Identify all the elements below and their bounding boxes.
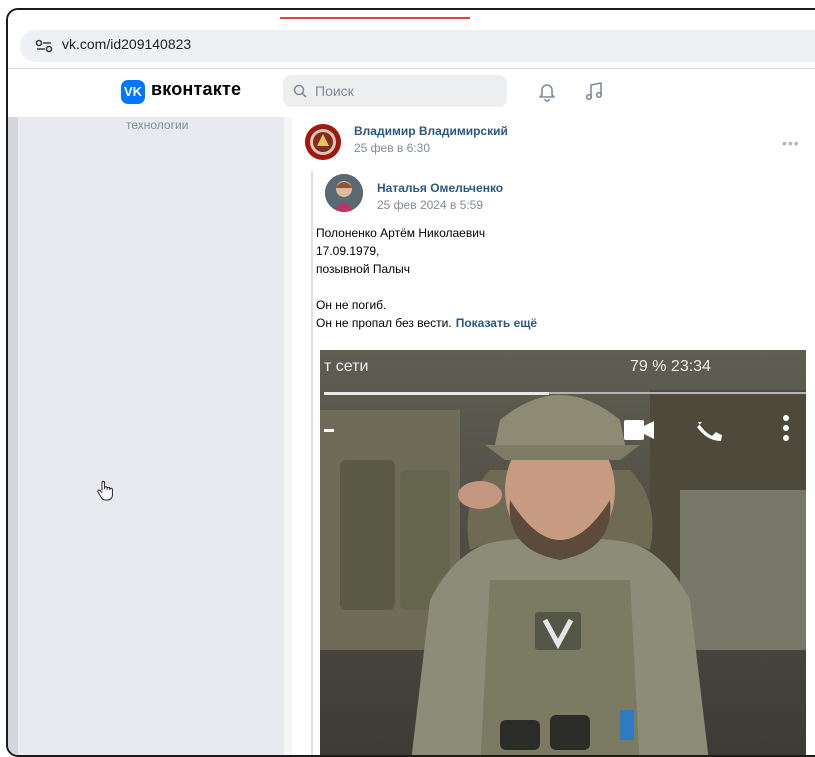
music-note-icon[interactable] [583,80,605,102]
vk-brand-name[interactable]: вконтакте [151,79,241,100]
browser-window: vk.com/id209140823 VK вконтакте технолог… [6,8,815,757]
tab-strip [8,10,815,24]
search-icon [293,84,307,98]
show-more-link[interactable]: Показать ещё [456,316,537,330]
hand-cursor-icon [97,480,113,501]
repost-author-avatar-image [325,174,363,212]
post-date[interactable]: 25 фев в 6:30 [354,141,430,155]
profile-sidebar: технологии [18,117,284,755]
left-gutter [8,117,18,755]
post-text-last-line: Он не пропал без вести. Показать ещё [316,316,537,330]
post-more-button[interactable]: ••• [782,135,800,151]
url-text[interactable]: vk.com/id209140823 [62,36,191,52]
notifications-bell-icon[interactable] [536,80,558,102]
repost-author-name[interactable]: Наталья Омельченко [377,181,503,195]
post-text-line: позывной Палыч [316,262,411,276]
author-avatar-image [305,124,341,160]
soldier-photo-image [320,350,806,755]
sidebar-partial-text: технологии [126,118,189,132]
url-field[interactable]: vk.com/id209140823 [20,30,815,62]
post-text-line: Он не пропал без вести. [316,316,452,330]
search-box[interactable] [283,75,511,107]
repost-date[interactable]: 25 фев 2024 в 5:59 [377,198,483,212]
vk-header: VK вконтакте [8,69,815,118]
tab-loading-indicator [280,17,470,19]
column-divider [284,117,292,755]
search-input[interactable] [309,75,511,107]
repost-author-avatar[interactable] [325,174,363,212]
call-progress-track [549,392,806,394]
site-info-icon[interactable] [34,38,54,54]
post-text-line: Он не погиб. [316,298,387,312]
phone-status-left: т сети [324,358,369,375]
post-feed: Владимир Владимирский 25 фев в 6:30 ••• … [292,117,815,755]
post-text-line: 17.09.1979, [316,244,380,258]
phone-status-right: 79 % 23:34 [630,358,711,375]
post-text-line: Полоненко Артём Николаевич [316,226,486,240]
author-avatar[interactable] [305,124,341,160]
vk-logo-icon[interactable]: VK [121,80,145,104]
post-author-name[interactable]: Владимир Владимирский [354,124,508,138]
call-progress-bar [324,392,549,395]
post-photo[interactable]: т сети 79 % 23:34 [320,350,806,755]
address-bar: vk.com/id209140823 [8,24,815,69]
repost-indent-line [311,171,313,755]
